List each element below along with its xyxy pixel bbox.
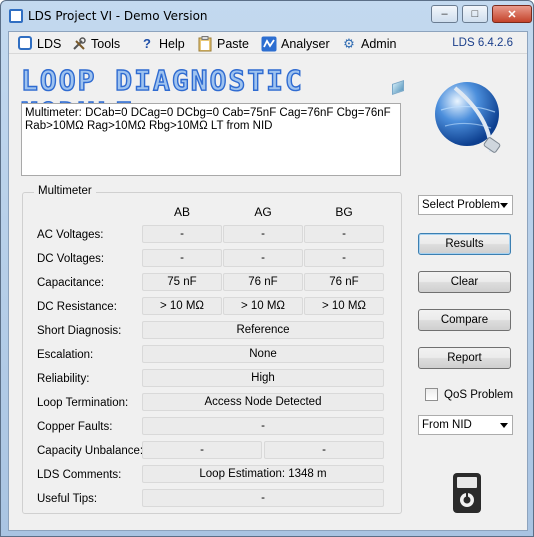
col-head-ab: AB xyxy=(173,205,190,219)
report-button[interactable]: Report xyxy=(418,347,511,369)
row-label-capacitance: Capacitance: xyxy=(37,277,105,289)
useful-tips-value: - xyxy=(142,489,384,507)
version-label: LDS 6.4.2.6 xyxy=(452,37,513,49)
menu-help-label: Help xyxy=(159,36,185,51)
compare-button[interactable]: Compare xyxy=(418,309,511,331)
menu-paste-label: Paste xyxy=(217,36,249,51)
row-label-short-diagnosis: Short Diagnosis: xyxy=(37,325,122,337)
capacitance-ab: 75 nF xyxy=(142,273,222,291)
problem-select-value: Select Problem xyxy=(422,199,500,211)
row-label-loop-termination: Loop Termination: xyxy=(37,397,129,409)
dc-resistance-ag: > 10 MΩ xyxy=(223,297,303,315)
ac-voltage-ag: - xyxy=(223,225,303,243)
loop-termination-value: Access Node Detected xyxy=(142,393,384,411)
module-title: LOOP DIAGNOSTIC MODULE xyxy=(20,64,304,129)
capacity-unbalance-value-1: - xyxy=(142,441,262,459)
gear-icon: ⚙ xyxy=(343,35,355,51)
menu-tools[interactable]: Tools xyxy=(71,35,120,52)
cube-icon xyxy=(392,80,404,95)
dc-voltage-ag: - xyxy=(223,249,303,267)
chevron-down-icon xyxy=(500,203,508,208)
row-label-ac-voltages: AC Voltages: xyxy=(37,229,104,241)
clipboard-icon xyxy=(197,35,213,52)
short-diagnosis-value: Reference xyxy=(142,321,384,339)
minimize-button[interactable]: – xyxy=(431,5,458,23)
lds-comments-value: Loop Estimation: 1348 m xyxy=(142,465,384,483)
menu-analyser-label: Analyser xyxy=(281,36,330,51)
title-bar[interactable]: LDS Project VI - Demo Version – □ ✕ xyxy=(1,1,533,31)
multimeter-group: Multimeter AB AG BG AC Voltages: - - - D… xyxy=(22,185,402,514)
capacity-unbalance-value-2: - xyxy=(264,441,384,459)
menu-paste[interactable]: Paste xyxy=(197,35,249,52)
ac-voltage-bg: - xyxy=(304,225,384,243)
qos-problem-toggle[interactable]: QoS Problem xyxy=(425,388,513,401)
col-head-ag: AG xyxy=(254,205,272,219)
window-icon xyxy=(17,35,33,52)
multimeter-device-icon[interactable] xyxy=(452,472,482,514)
copper-faults-value: - xyxy=(142,417,384,435)
qos-label: QoS Problem xyxy=(444,388,514,401)
capacitance-bg: 76 nF xyxy=(304,273,384,291)
summary-line-1: Multimeter: DCab=0 DCag=0 DCbg=0 Cab=75n… xyxy=(25,107,391,119)
window-title: LDS Project VI - Demo Version xyxy=(28,9,208,23)
summary-textbox[interactable]: Multimeter: DCab=0 DCag=0 DCbg=0 Cab=75n… xyxy=(21,103,401,176)
globe-network-icon xyxy=(435,82,501,153)
menu-bar: LDS Tools ? Help Paste Analyser ⚙ Admin … xyxy=(9,32,527,54)
summary-line-2: Rab>10MΩ Rag>10MΩ Rbg>10MΩ LT from NID xyxy=(25,120,273,132)
analyser-icon xyxy=(261,36,277,52)
menu-analyser[interactable]: Analyser xyxy=(261,35,330,52)
dc-resistance-ab: > 10 MΩ xyxy=(142,297,222,315)
col-head-bg: BG xyxy=(335,205,353,219)
client-area: LDS Tools ? Help Paste Analyser ⚙ Admin … xyxy=(8,31,528,531)
dc-voltage-bg: - xyxy=(304,249,384,267)
tools-icon xyxy=(71,36,87,52)
dc-voltage-ab: - xyxy=(142,249,222,267)
row-label-dc-voltages: DC Voltages: xyxy=(37,253,105,265)
row-label-escalation: Escalation: xyxy=(37,349,94,361)
close-button[interactable]: ✕ xyxy=(492,5,532,23)
menu-lds-label: LDS xyxy=(37,36,62,51)
source-select-value: From NID xyxy=(422,419,472,431)
chevron-down-icon xyxy=(500,423,508,428)
row-label-reliability: Reliability: xyxy=(37,373,90,385)
app-icon xyxy=(9,9,23,23)
app-window: LDS Project VI - Demo Version – □ ✕ LDS … xyxy=(0,0,534,537)
problem-select[interactable]: Select Problem xyxy=(418,195,513,215)
menu-admin-label: Admin xyxy=(361,36,397,51)
row-label-capacity-unbalance: Capacity Unbalance: xyxy=(37,445,144,457)
menu-tools-label: Tools xyxy=(91,36,121,51)
dc-resistance-bg: > 10 MΩ xyxy=(304,297,384,315)
qos-checkbox[interactable] xyxy=(425,388,438,401)
menu-admin[interactable]: ⚙ Admin xyxy=(341,35,396,52)
maximize-button[interactable]: □ xyxy=(462,5,488,23)
ac-voltage-ab: - xyxy=(142,225,222,243)
capacitance-ag: 76 nF xyxy=(223,273,303,291)
menu-lds[interactable]: LDS xyxy=(17,35,61,52)
row-label-copper-faults: Copper Faults: xyxy=(37,421,113,433)
row-label-lds-comments: LDS Comments: xyxy=(37,469,122,481)
row-label-useful-tips: Useful Tips: xyxy=(37,493,98,505)
row-label-dc-resistance: DC Resistance: xyxy=(37,301,117,313)
help-icon: ? xyxy=(143,35,151,51)
reliability-value: High xyxy=(142,369,384,387)
multimeter-legend: Multimeter xyxy=(34,185,96,197)
menu-help[interactable]: ? Help xyxy=(139,35,185,52)
source-select[interactable]: From NID xyxy=(418,415,513,435)
clear-button[interactable]: Clear xyxy=(418,271,511,293)
results-button[interactable]: Results xyxy=(418,233,511,255)
escalation-value: None xyxy=(142,345,384,363)
